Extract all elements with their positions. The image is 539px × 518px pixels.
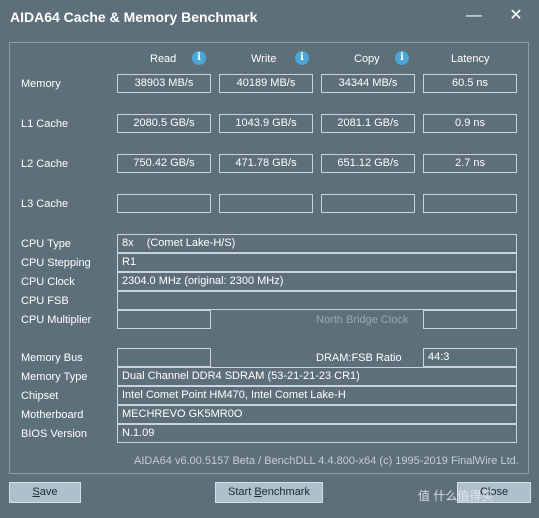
l3-read-value [117,194,211,213]
memory-read-value: 38903 MB/s [117,74,211,93]
title-bar: AIDA64 Cache & Memory Benchmark — ✕ [0,0,539,34]
watermark: 值 什么值得买 [418,489,494,503]
l2-write-value: 471.78 GB/s [219,154,313,173]
memory-copy-value: 34344 MB/s [321,74,415,93]
read-info-icon[interactable]: i [192,51,206,65]
start-benchmark-button[interactable]: Start Benchmark [215,482,323,503]
l3-cache-label: L3 Cache [21,198,69,210]
start-label-post: enchmark [261,486,310,498]
save-button[interactable]: Save [9,482,81,503]
cpu-type-label: CPU Type [21,238,71,250]
cpu-stepping-value: R1 [117,253,517,272]
write-info-icon[interactable]: i [295,51,309,65]
bios-version-label: BIOS Version [21,428,88,440]
memory-label: Memory [21,78,61,90]
window-title: AIDA64 Cache & Memory Benchmark [10,9,258,25]
l1-write-value: 1043.9 GB/s [219,114,313,133]
write-header: Write [251,53,277,65]
motherboard-label: Motherboard [21,409,84,421]
l2-read-value: 750.42 GB/s [117,154,211,173]
l3-write-value [219,194,313,213]
north-bridge-clock-label: North Bridge Clock [316,314,409,326]
motherboard-value: MECHREVO GK5MR0O [117,405,517,424]
minimize-button[interactable]: — [462,4,486,28]
read-header: Read [150,53,177,65]
l2-latency-value: 2.7 ns [423,154,517,173]
chipset-label: Chipset [21,390,59,402]
chipset-value: Intel Comet Point HM470, Intel Comet Lak… [117,386,517,405]
l1-read-value: 2080.5 GB/s [117,114,211,133]
benchmark-window: AIDA64 Cache & Memory Benchmark — ✕ Read… [0,0,539,518]
cpu-fsb-value [117,291,517,310]
start-hotkey-letter: B [254,486,262,498]
copy-header: Copy [354,53,380,65]
copy-info-icon[interactable]: i [395,51,409,65]
dram-fsb-ratio-label: DRAM:FSB Ratio [316,352,402,364]
cpu-multiplier-label: CPU Multiplier [21,314,92,326]
north-bridge-clock-value [423,310,517,329]
save-hotkey-letter: S [32,486,40,498]
cpu-clock-value: 2304.0 MHz (original: 2300 MHz) [117,272,517,291]
memory-latency-value: 60.5 ns [423,74,517,93]
memory-bus-label: Memory Bus [21,352,83,364]
l3-latency-value [423,194,517,213]
l2-copy-value: 651.12 GB/s [321,154,415,173]
l1-copy-value: 2081.1 GB/s [321,114,415,133]
l2-cache-label: L2 Cache [21,158,69,170]
l1-cache-label: L1 Cache [21,118,69,130]
version-footer: AIDA64 v6.00.5157 Beta / BenchDLL 4.4.80… [134,455,519,467]
memory-type-label: Memory Type [21,371,88,383]
memory-type-value: Dual Channel DDR4 SDRAM (53-21-21-23 CR1… [117,367,517,386]
cpu-type-value: (Comet Lake-H/S) [146,237,236,249]
dram-fsb-ratio-value: 44:3 [423,348,517,367]
cpu-type-field: 8x (Comet Lake-H/S) [117,234,517,253]
cpu-multiplier-value [117,310,211,329]
cpu-stepping-label: CPU Stepping [21,257,91,269]
l3-copy-value [321,194,415,213]
start-label-pre: Start [228,486,255,498]
cpu-fsb-label: CPU FSB [21,295,69,307]
memory-bus-value [117,348,211,367]
save-label-rest: ave [39,486,58,498]
latency-header: Latency [451,53,490,65]
close-window-button[interactable]: ✕ [504,4,528,28]
memory-write-value: 40189 MB/s [219,74,313,93]
l1-latency-value: 0.9 ns [423,114,517,133]
cpu-core-count: 8x [122,237,134,249]
bios-version-value: N.1.09 [117,424,517,443]
cpu-clock-label: CPU Clock [21,276,75,288]
